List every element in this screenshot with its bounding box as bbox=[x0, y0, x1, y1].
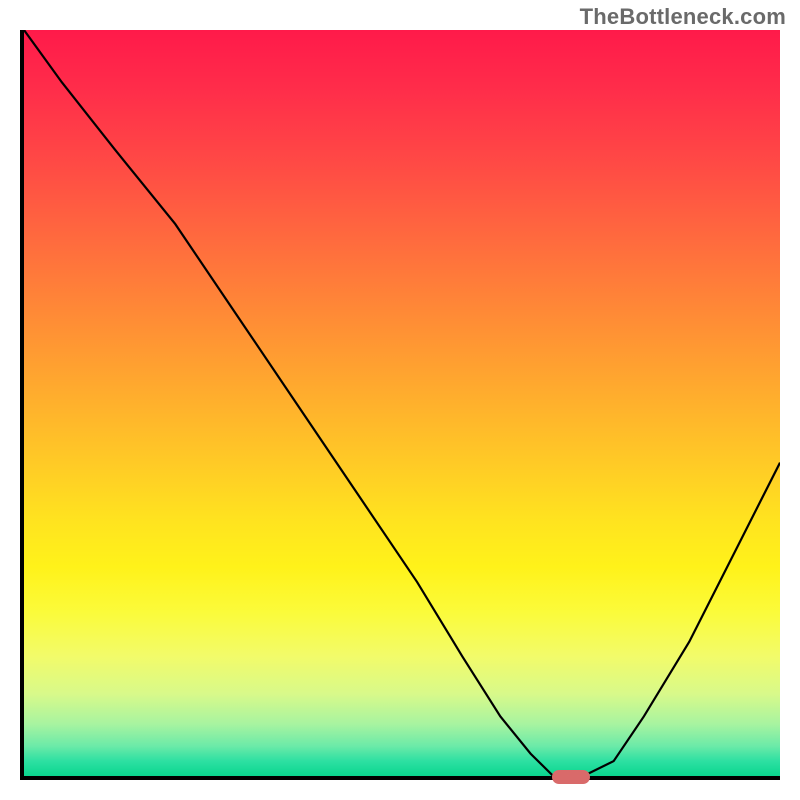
curve-svg bbox=[24, 30, 780, 776]
optimal-marker bbox=[552, 770, 590, 784]
bottleneck-curve bbox=[24, 30, 780, 776]
plot-area bbox=[20, 30, 780, 780]
watermark-text: TheBottleneck.com bbox=[580, 4, 786, 30]
